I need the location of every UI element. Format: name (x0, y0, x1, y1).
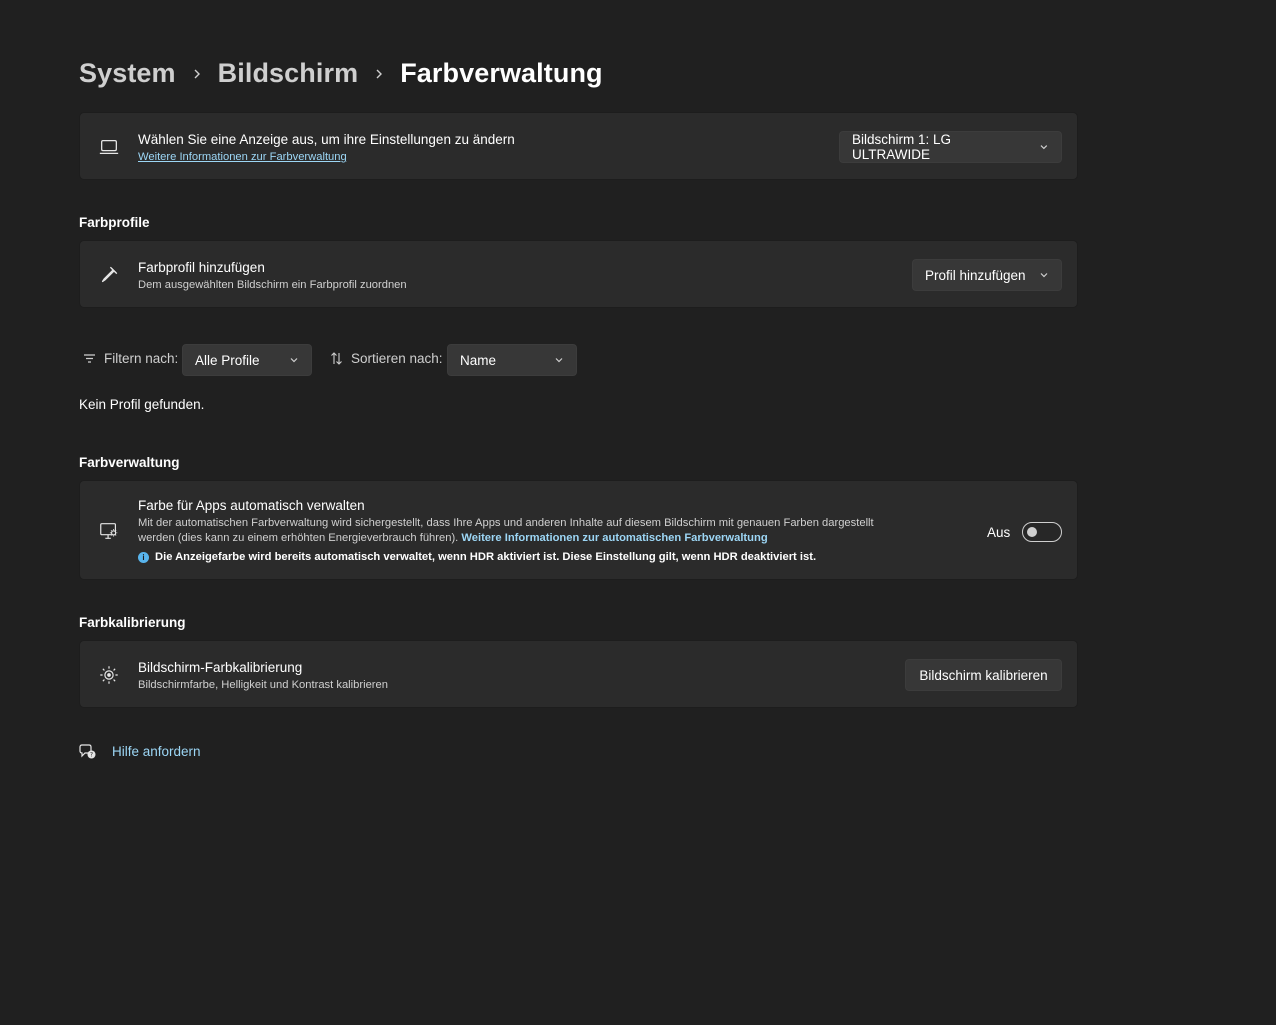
calibrate-button[interactable]: Bildschirm kalibrieren (905, 659, 1062, 691)
help-link-text[interactable]: Hilfe anfordern (112, 744, 201, 759)
svg-text:?: ? (90, 752, 93, 759)
auto-manage-desc-text: werden (dies kann zu einem erhöhten Ener… (138, 532, 459, 544)
page-title: Farbverwaltung (400, 58, 603, 88)
auto-manage-card: Farbe für Apps automatisch verwalten Mit… (79, 480, 1078, 580)
calibration-subtitle: Bildschirmfarbe, Helligkeit und Kontrast… (138, 679, 388, 691)
auto-manage-desc-line2: werden (dies kann zu einem erhöhten Ener… (138, 532, 768, 544)
calibration-title: Bildschirm-Farbkalibrierung (138, 660, 303, 675)
auto-manage-title: Farbe für Apps automatisch verwalten (138, 498, 365, 513)
sort-dropdown-value: Name (460, 352, 497, 368)
add-profile-dropdown[interactable]: Profil hinzufügen (912, 259, 1062, 291)
chevron-down-icon (290, 358, 298, 363)
add-profile-title: Farbprofil hinzufügen (138, 260, 265, 275)
color-management-info-link[interactable]: Weitere Informationen zur Farbverwaltung (138, 151, 347, 163)
filter-icon (84, 354, 95, 363)
monitor-brightness-icon (97, 519, 121, 543)
sort-label: Sortieren nach: (330, 351, 443, 366)
toggle-knob (1027, 527, 1037, 537)
display-select-card: Wählen Sie eine Anzeige aus, um ihre Ein… (79, 112, 1078, 180)
auto-manage-info-link[interactable]: Weitere Informationen zur automatischen … (461, 532, 767, 544)
section-title-management: Farbverwaltung (79, 455, 180, 470)
chevron-right-icon (358, 68, 400, 80)
laptop-icon (97, 135, 121, 159)
display-select-title: Wählen Sie eine Anzeige aus, um ihre Ein… (138, 132, 515, 147)
filter-dropdown-value: Alle Profile (195, 352, 260, 368)
sort-label-text: Sortieren nach: (351, 351, 443, 366)
chevron-down-icon (1040, 145, 1048, 150)
filter-label: Filtern nach: (83, 351, 178, 366)
calibration-card: Bildschirm-Farbkalibrierung Bildschirmfa… (79, 640, 1078, 708)
section-title-calibration: Farbkalibrierung (79, 615, 186, 630)
display-dropdown[interactable]: Bildschirm 1: LG ULTRAWIDE (839, 131, 1062, 163)
hdr-info-line: i Die Anzeigefarbe wird bereits automati… (138, 551, 816, 563)
add-profile-subtitle: Dem ausgewählten Bildschirm ein Farbprof… (138, 279, 407, 291)
brightness-icon (97, 663, 121, 687)
empty-profiles-message: Kein Profil gefunden. (79, 397, 205, 412)
add-profile-dropdown-value: Profil hinzufügen (925, 267, 1026, 283)
chevron-down-icon (555, 358, 563, 363)
breadcrumb-system[interactable]: System (79, 58, 176, 89)
auto-manage-toggle-label: Aus (987, 525, 1011, 540)
hdr-info-text: Die Anzeigefarbe wird bereits automatisc… (155, 551, 817, 563)
help-chat-icon: ? (79, 744, 96, 759)
display-dropdown-value: Bildschirm 1: LG ULTRAWIDE (852, 132, 952, 162)
sort-icon (331, 352, 342, 365)
filter-label-text: Filtern nach: (104, 351, 179, 366)
breadcrumb-bildschirm[interactable]: Bildschirm (218, 58, 359, 89)
eyedropper-icon (97, 263, 121, 287)
chevron-right-icon (176, 68, 218, 80)
sort-dropdown[interactable]: Name (447, 344, 577, 376)
add-profile-card: Farbprofil hinzufügen Dem ausgewählten B… (79, 240, 1078, 308)
info-icon: i (138, 551, 149, 563)
auto-manage-toggle[interactable] (1022, 522, 1062, 542)
help-link[interactable]: ? Hilfe anfordern (79, 742, 201, 760)
chevron-down-icon (1040, 273, 1048, 278)
auto-manage-desc-line1: Mit der automatischen Farbverwaltung wir… (138, 517, 874, 529)
filter-dropdown[interactable]: Alle Profile (182, 344, 312, 376)
section-title-profiles: Farbprofile (79, 215, 150, 230)
breadcrumb: System Bildschirm Farbverwaltung (79, 58, 603, 89)
